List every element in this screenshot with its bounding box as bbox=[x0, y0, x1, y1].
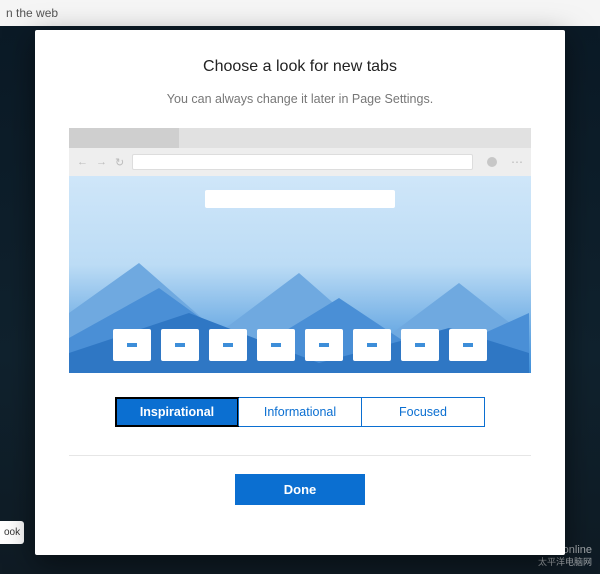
preview-tile bbox=[161, 329, 199, 361]
preview-tabstrip bbox=[69, 128, 531, 148]
preview-toolbar: ← → ↻ ⋯ bbox=[69, 148, 531, 176]
more-icon: ⋯ bbox=[511, 155, 523, 169]
profile-icon bbox=[487, 157, 497, 167]
back-icon: ← bbox=[77, 156, 88, 168]
preview-addressbar bbox=[132, 154, 473, 170]
preview-tile bbox=[353, 329, 391, 361]
layout-preview: ← → ↻ ⋯ bbox=[69, 128, 531, 373]
toolbar-text-fragment: n the web bbox=[6, 6, 58, 20]
preview-tiles bbox=[69, 329, 531, 361]
layout-options: Inspirational Informational Focused bbox=[115, 397, 485, 427]
preview-hero bbox=[69, 176, 531, 373]
background-toolbar: n the web bbox=[0, 0, 600, 26]
preview-tile bbox=[449, 329, 487, 361]
preview-tab bbox=[69, 128, 179, 148]
dialog-title: Choose a look for new tabs bbox=[203, 58, 397, 76]
preview-tile bbox=[113, 329, 151, 361]
dialog-subtitle: You can always change it later in Page S… bbox=[167, 92, 433, 106]
preview-tile bbox=[401, 329, 439, 361]
done-button[interactable]: Done bbox=[235, 474, 365, 505]
forward-icon: → bbox=[96, 156, 107, 168]
watermark-subtext: 太平洋电脑网 bbox=[538, 557, 592, 568]
new-tab-look-dialog: Choose a look for new tabs You can alway… bbox=[35, 30, 565, 555]
background-side-label: ook bbox=[0, 521, 24, 544]
refresh-icon: ↻ bbox=[115, 156, 124, 169]
option-informational[interactable]: Informational bbox=[238, 398, 361, 426]
preview-searchbar bbox=[205, 190, 395, 208]
option-focused[interactable]: Focused bbox=[361, 398, 484, 426]
preview-tile bbox=[257, 329, 295, 361]
divider bbox=[69, 455, 531, 456]
preview-tile bbox=[305, 329, 343, 361]
option-inspirational[interactable]: Inspirational bbox=[116, 398, 238, 426]
preview-tile bbox=[209, 329, 247, 361]
